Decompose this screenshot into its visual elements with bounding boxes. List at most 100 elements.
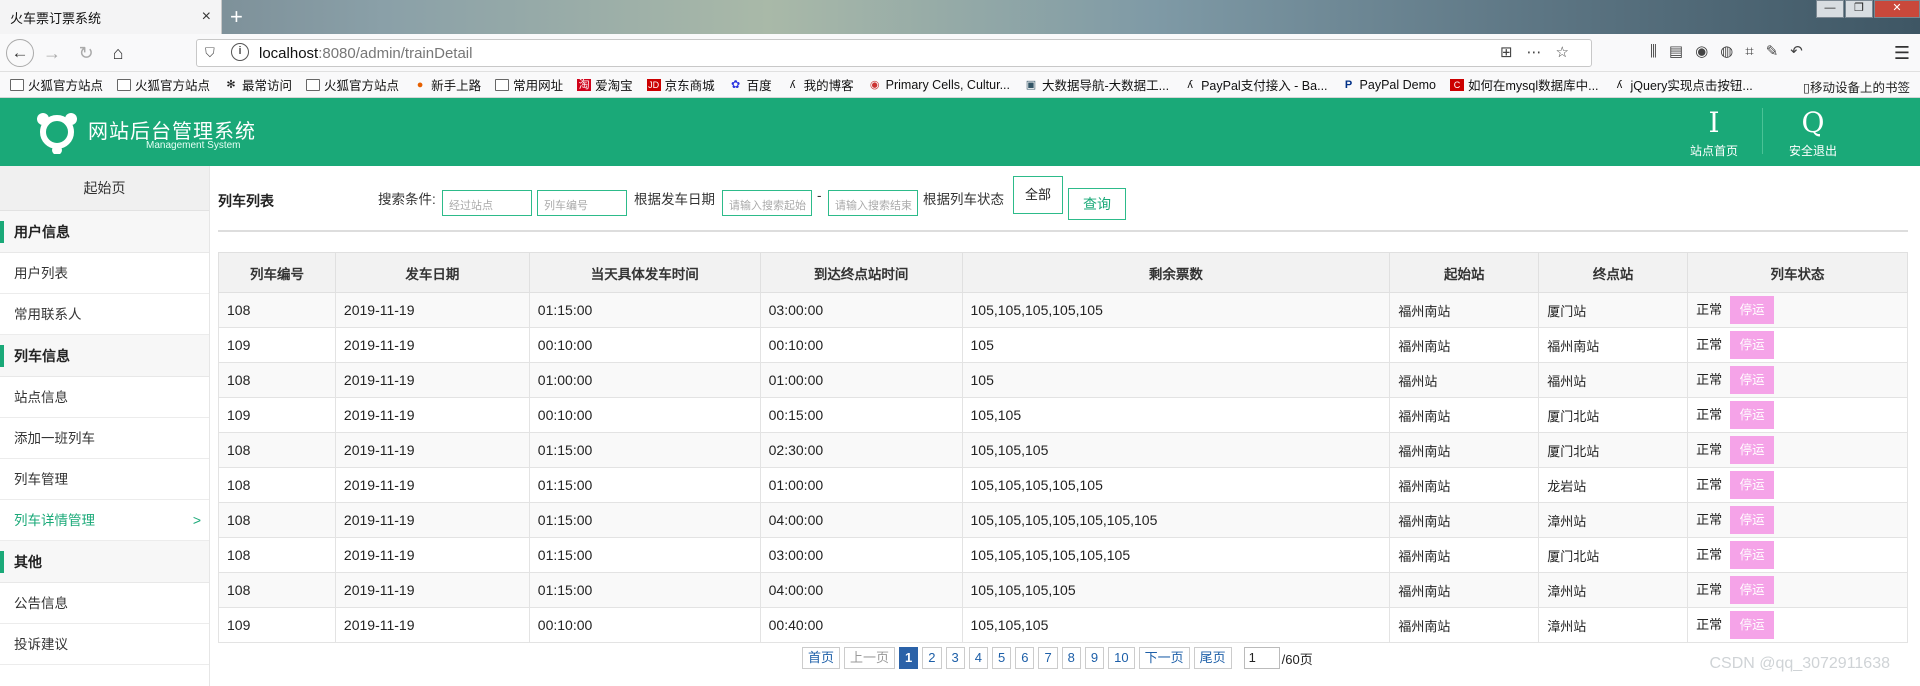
- sidebar-item-notices[interactable]: 公告信息: [0, 583, 209, 624]
- sidebar-start-page[interactable]: 起始页: [0, 166, 209, 211]
- bookmark[interactable]: 火狐官方站点: [117, 75, 210, 94]
- bookmark[interactable]: ʎ PayPal支付接入 - Ba...: [1183, 75, 1327, 94]
- table-cell: 105,105,105: [961, 432, 1391, 468]
- suspend-button[interactable]: 停运: [1730, 436, 1775, 464]
- date-end-input[interactable]: 请输入搜索结束: [828, 190, 918, 216]
- sidebar-item-add-train[interactable]: 添加一班列车: [0, 418, 209, 459]
- sidebar-item-train-detail[interactable]: 列车详情管理 >: [0, 500, 209, 541]
- prev-page-button[interactable]: 上一页: [844, 647, 896, 669]
- page-jump-input[interactable]: 1: [1243, 647, 1280, 669]
- sidebar-item-feedback[interactable]: 投诉建议: [0, 624, 209, 665]
- sidebar-group-user[interactable]: 用户信息: [0, 211, 209, 253]
- bookmark[interactable]: ʎ 我的博客: [786, 75, 854, 94]
- table-row: 108 2019-11-19 01:15:00 01:00:00 105,105,105…: [218, 467, 1908, 503]
- query-button[interactable]: 查询: [1068, 188, 1126, 220]
- bookmark[interactable]: ʎ jQuery实现点击按钮...: [1613, 75, 1753, 94]
- page-number-button[interactable]: 7: [1038, 647, 1058, 669]
- sidebar-item-train-manage[interactable]: 列车管理: [0, 459, 209, 500]
- suspend-button[interactable]: 停运: [1730, 296, 1775, 324]
- bookmark[interactable]: JD 京东商城: [646, 75, 715, 94]
- suspend-button[interactable]: 停运: [1730, 401, 1775, 429]
- status-text: 正常: [1696, 301, 1723, 317]
- suspend-button[interactable]: 停运: [1730, 331, 1775, 359]
- reload-icon[interactable]: ↻: [74, 41, 98, 65]
- sidebar-item-stations[interactable]: 站点信息: [0, 377, 209, 418]
- suspend-button[interactable]: 停运: [1730, 471, 1775, 499]
- shield-icon[interactable]: ⛉: [205, 45, 215, 61]
- table-cell: 00:40:00: [759, 607, 963, 643]
- bookmark[interactable]: ▣ 大数据导航-大数据工...: [1024, 75, 1169, 94]
- page-number-button[interactable]: 6: [1015, 647, 1035, 669]
- status-text: 正常: [1696, 546, 1723, 562]
- bookmark[interactable]: ✻ 最常访问: [224, 75, 292, 94]
- bookmark[interactable]: 淘爱淘宝: [577, 75, 633, 94]
- bookmark[interactable]: ● 新手上路: [413, 75, 481, 94]
- bookmark[interactable]: P PayPal Demo: [1342, 78, 1436, 92]
- suspend-button[interactable]: 停运: [1730, 506, 1775, 534]
- table-cell: 02:30:00: [759, 432, 963, 468]
- new-tab-icon[interactable]: +: [230, 4, 243, 30]
- suspend-button[interactable]: 停运: [1730, 611, 1775, 639]
- page-number-button[interactable]: 10: [1108, 647, 1135, 669]
- status-cell: 正常 停运: [1687, 502, 1908, 538]
- date-start-input[interactable]: 请输入搜索起始: [722, 190, 812, 216]
- sidebar-group-other[interactable]: 其他: [0, 541, 209, 583]
- bookmarks-bar: 火狐官方站点 火狐官方站点 ✻ 最常访问 火狐官方站点 ● 新手上路 常用网址 淘爱…: [0, 72, 1920, 98]
- table-cell: 2019-11-19: [334, 467, 530, 503]
- bookmark[interactable]: 常用网址: [495, 75, 563, 94]
- page-number-button[interactable]: 2: [922, 647, 942, 669]
- window-close-icon[interactable]: ✕: [1874, 0, 1920, 18]
- url-bar[interactable]: ⛉ i localhost:8080/admin/trainDetail ⊞⋯☆: [196, 39, 1592, 67]
- pagination: 首页 上一页 1 2 3 4 5 6 7 8 9 10 下一页 尾页 1 /60页: [802, 646, 1313, 670]
- first-page-button[interactable]: 首页: [802, 647, 841, 669]
- table-row: 108 2019-11-19 01:00:00 01:00:00 105 福州站 福州站 正常…: [218, 362, 1908, 398]
- forward-icon[interactable]: →: [40, 41, 64, 65]
- bookmark[interactable]: C 如何在mysql数据库中...: [1449, 75, 1599, 94]
- page-number-button[interactable]: 9: [1084, 647, 1105, 669]
- table-cell: 03:00:00: [759, 292, 963, 328]
- bookmark[interactable]: 火狐官方站点: [306, 75, 399, 94]
- table-cell: 01:00:00: [528, 362, 761, 398]
- page-number-button[interactable]: 1: [899, 647, 919, 669]
- sidebar-group-train[interactable]: 列车信息: [0, 335, 209, 377]
- back-icon[interactable]: ←: [6, 39, 34, 67]
- url-text[interactable]: localhost:8080/admin/trainDetail: [259, 45, 472, 62]
- train-table: 列车编号 发车日期 当天具体发车时间 到达终点站时间 剩余票数 起始站 终点站 …: [218, 252, 1908, 643]
- url-actions-icons[interactable]: ⊞⋯☆: [1500, 43, 1583, 61]
- suspend-button[interactable]: 停运: [1730, 541, 1775, 569]
- suspend-button[interactable]: 停运: [1730, 366, 1775, 394]
- site-home-button[interactable]: I 站点首页: [1674, 108, 1754, 159]
- status-cell: 正常 停运: [1687, 432, 1908, 468]
- bookmark[interactable]: ✿ 百度: [729, 75, 772, 94]
- column-header: 起始站: [1389, 252, 1540, 293]
- page-number-button[interactable]: 3: [945, 647, 965, 669]
- bookmark[interactable]: 火狐官方站点: [10, 75, 103, 94]
- page-number-button[interactable]: 8: [1061, 647, 1081, 669]
- menu-icon[interactable]: ☰: [1890, 41, 1914, 65]
- next-page-button[interactable]: 下一页: [1138, 647, 1190, 669]
- page-title: 列车列表: [218, 193, 274, 209]
- toolbar-icons[interactable]: ⫼▤◉◍⌗✎↶: [1650, 42, 1815, 60]
- page-number-button[interactable]: 5: [991, 647, 1012, 669]
- sidebar-item-user-list[interactable]: 用户列表: [0, 253, 209, 294]
- home-icon[interactable]: ⌂: [106, 41, 130, 65]
- sidebar-item-contacts[interactable]: 常用联系人: [0, 294, 209, 335]
- status-select[interactable]: 全部: [1013, 176, 1063, 214]
- train-number-input[interactable]: 列车编号: [537, 190, 627, 216]
- logout-button[interactable]: Q 安全退出: [1773, 108, 1853, 159]
- browser-tab[interactable]: 火车票订票系统 ×: [0, 0, 222, 34]
- bookmark[interactable]: ◉ Primary Cells, Cultur...: [868, 78, 1010, 92]
- suspend-button[interactable]: 停运: [1730, 576, 1775, 604]
- minimize-icon[interactable]: —: [1816, 0, 1844, 18]
- station-input[interactable]: 经过站点: [442, 190, 532, 216]
- tab-close-icon[interactable]: ×: [202, 8, 211, 26]
- table-cell: 01:15:00: [528, 537, 761, 573]
- blog-icon: ʎ: [789, 78, 796, 91]
- info-icon[interactable]: i: [231, 43, 249, 61]
- table-cell: 105,105,105,105,105,105: [961, 537, 1391, 573]
- mobile-bookmarks[interactable]: ▯移动设备上的书签: [1803, 77, 1910, 96]
- last-page-button[interactable]: 尾页: [1193, 647, 1232, 669]
- maximize-icon[interactable]: ❐: [1845, 0, 1873, 18]
- page-number-button[interactable]: 4: [968, 647, 988, 669]
- status-cell: 正常 停运: [1687, 607, 1908, 643]
